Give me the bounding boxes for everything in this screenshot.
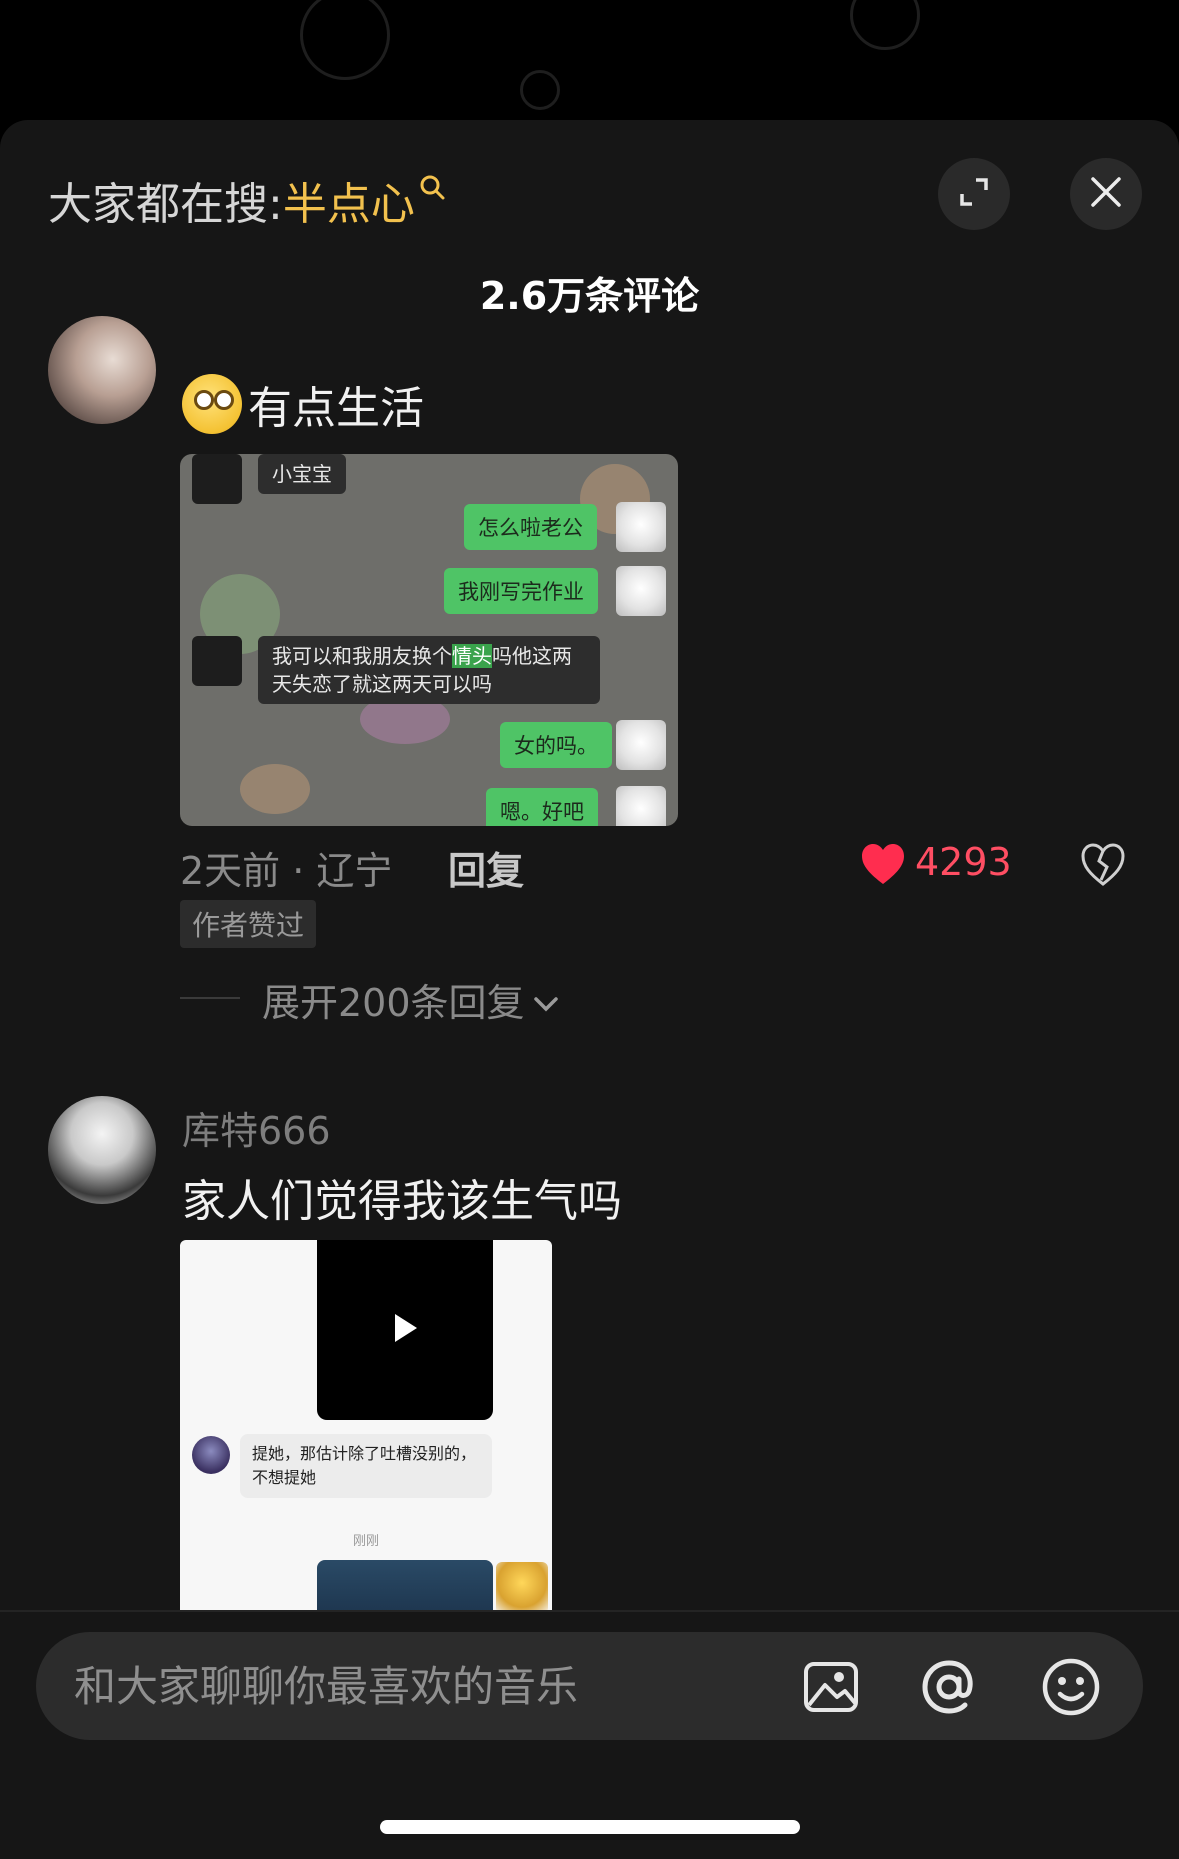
chat-avatar xyxy=(192,454,242,504)
chat-message: 提她，那估计除了吐槽没别的，不想提她 xyxy=(240,1434,492,1498)
chat-avatar xyxy=(192,1436,230,1474)
search-suggestion-prefix: 大家都在搜: xyxy=(48,179,283,230)
expand-replies-label: 展开200条回复 xyxy=(262,981,525,1025)
comment-image[interactable]: 提她，那估计除了吐槽没别的，不想提她 刚刚 xyxy=(180,1240,552,1620)
chat-avatar xyxy=(496,1562,548,1614)
chat-avatar xyxy=(616,786,666,826)
chat-message: 我刚写完作业 xyxy=(444,568,598,614)
comment-time-location: 2天前 · 辽宁 xyxy=(180,849,393,893)
search-icon xyxy=(419,173,445,208)
divider xyxy=(180,997,240,999)
comment-image[interactable]: 小宝宝 怎么啦老公 我刚写完作业 我可以和我朋友换个情头吗他这两天失恋了就这两天… xyxy=(180,454,678,826)
comment-text-content: 有点生活 xyxy=(248,383,424,434)
avatar[interactable] xyxy=(48,1096,156,1204)
like-count: 4293 xyxy=(915,840,1012,884)
chevron-down-icon xyxy=(533,978,559,1022)
comment-text: 家人们觉得我该生气吗 xyxy=(182,1176,622,1227)
chat-message: 怎么啦老公 xyxy=(464,504,597,550)
comment-count-title: 2.6万条评论 xyxy=(479,274,700,318)
broken-heart-icon[interactable] xyxy=(1080,842,1126,895)
heart-icon[interactable] xyxy=(860,842,906,895)
comment-input-container[interactable] xyxy=(36,1632,1143,1740)
author-liked-badge: 作者赞过 xyxy=(180,900,317,948)
close-icon xyxy=(1089,175,1123,213)
comment-meta: 2天前 · 辽宁 回复 4293 xyxy=(180,840,1140,893)
expand-replies-button[interactable]: 展开200条回复 xyxy=(262,972,559,1027)
comment-input[interactable] xyxy=(74,1632,774,1740)
comment-username[interactable]: 库特666 xyxy=(182,1100,331,1155)
chat-avatar xyxy=(616,566,666,616)
avatar[interactable] xyxy=(48,316,156,424)
chat-contact-name: 小宝宝 xyxy=(258,454,346,494)
expand-button[interactable] xyxy=(938,158,1010,230)
play-icon xyxy=(395,1314,417,1342)
video-thumbnail xyxy=(317,1240,493,1420)
comments-sheet: 大家都在搜: 半点心 2.6万条评论 有点生活 小宝宝 怎么啦老公 我刚写完作业 xyxy=(0,120,1179,1859)
expand-icon xyxy=(956,174,992,214)
chat-message: 我可以和我朋友换个情头吗他这两天失恋了就这两天可以吗 xyxy=(258,636,600,704)
mention-button[interactable] xyxy=(918,1656,980,1718)
chat-message: 嗯。好吧 xyxy=(486,788,598,826)
search-suggestion-keyword[interactable]: 半点心 xyxy=(283,168,415,232)
search-suggestion[interactable]: 大家都在搜: 半点心 xyxy=(48,168,445,232)
home-indicator[interactable] xyxy=(380,1820,800,1834)
image-icon[interactable] xyxy=(800,1656,862,1718)
video-background xyxy=(0,0,1179,140)
chat-message: 女的吗。 xyxy=(500,722,612,768)
reply-button[interactable]: 回复 xyxy=(448,840,524,895)
chat-avatar xyxy=(616,720,666,770)
chat-avatar xyxy=(616,502,666,552)
close-button[interactable] xyxy=(1070,158,1142,230)
at-icon xyxy=(922,1660,973,1714)
chat-timestamp: 刚刚 xyxy=(352,1534,379,1549)
thinking-emoji-icon xyxy=(182,374,242,434)
chat-avatar xyxy=(192,636,242,686)
emoji-icon[interactable] xyxy=(1040,1656,1102,1718)
comment-text: 有点生活 xyxy=(182,372,424,436)
